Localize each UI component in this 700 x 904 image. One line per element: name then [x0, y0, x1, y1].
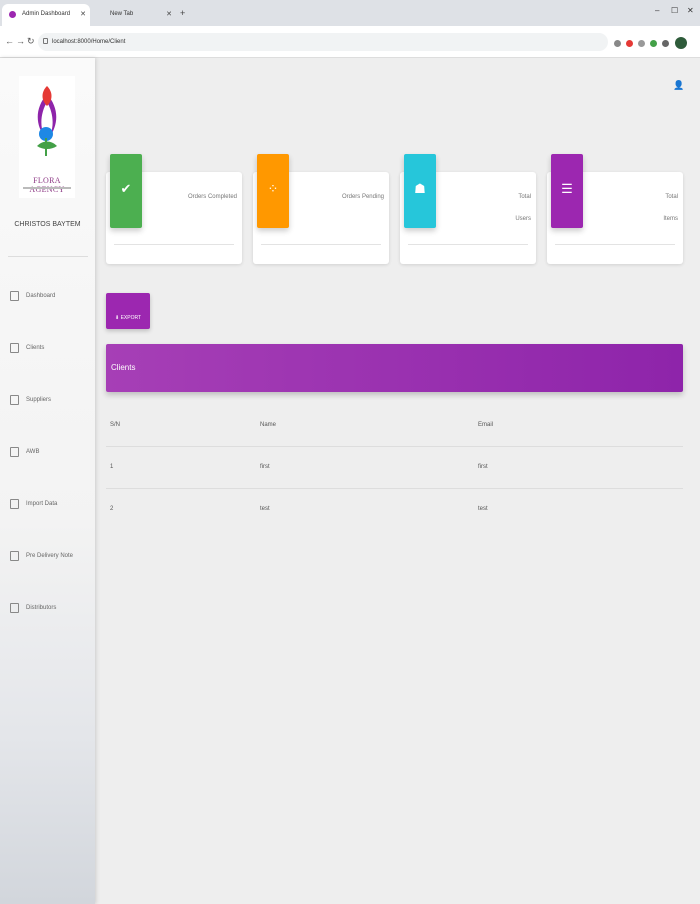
table-cell: test — [260, 506, 270, 512]
logo-tagline — [23, 187, 71, 189]
favicon-icon — [9, 11, 16, 18]
card-icon-box: ✔ — [110, 154, 142, 228]
import-icon — [10, 499, 19, 509]
table-header-row: S/N Name Email — [106, 405, 683, 447]
column-header[interactable]: Name — [260, 422, 276, 428]
card-label: Orders Completed — [187, 194, 237, 200]
sidebar-item-pre-delivery-note[interactable]: Pre Delivery Note — [10, 549, 90, 565]
card-divider — [555, 244, 675, 245]
download-icon: ⬇ — [115, 315, 120, 321]
table-cell: 1 — [110, 464, 114, 470]
tab-title: Admin Dashboard — [22, 11, 71, 17]
tab-new-tab[interactable]: New Tab ✕ — [90, 4, 176, 26]
column-header[interactable]: S/N — [110, 422, 120, 428]
table-cell: first — [478, 464, 488, 470]
check-circle-icon: ✔ — [120, 181, 132, 196]
export-button[interactable]: ⬇ EXPORT — [106, 293, 150, 329]
sidebar-item-label: Pre Delivery Note — [26, 553, 74, 559]
card-icon-box: ⁘ — [257, 154, 289, 228]
clients-card-header: Clients — [106, 344, 683, 392]
user-icon[interactable]: 👤 — [673, 80, 684, 91]
users-icon: ☗ — [414, 181, 426, 196]
card-orders-pending: ⁘ Orders Pending — [253, 154, 389, 264]
column-header[interactable]: Email — [478, 422, 493, 428]
sidebar-item-clients[interactable]: Clients — [10, 341, 90, 357]
tab-close-icon[interactable]: ✕ — [166, 10, 172, 18]
divider — [8, 256, 88, 257]
sidebar-item-dashboard[interactable]: Dashboard — [10, 289, 90, 305]
reload-icon[interactable]: ↻ — [27, 36, 35, 47]
new-tab-button[interactable]: + — [180, 8, 185, 18]
address-bar: ← → ↻ localhost:8000/Home/Client — [0, 26, 700, 58]
lock-icon — [43, 38, 48, 44]
card-label: Orders Pending — [341, 194, 384, 200]
close-window-button[interactable]: ✕ — [687, 6, 694, 15]
sidebar-item-label: Clients — [26, 345, 45, 351]
table-cell: first — [260, 464, 270, 470]
back-icon[interactable]: ← — [5, 36, 14, 46]
card-divider — [408, 244, 528, 245]
url-input[interactable]: localhost:8000/Home/Client — [38, 33, 608, 51]
sidebar-item-label: AWB — [26, 449, 40, 455]
forward-icon[interactable]: → — [16, 36, 25, 46]
extension-icon[interactable] — [626, 40, 633, 47]
brand-name: CHRISTOS BAYTEM — [14, 221, 81, 228]
card-total-users: ☗ Total Users — [400, 154, 536, 264]
list-icon: ☰ — [561, 181, 573, 196]
table-cell: test — [478, 506, 488, 512]
star-icon[interactable] — [614, 40, 621, 47]
sidebar-item-label: Distributors — [26, 605, 57, 611]
card-orders-completed: ✔ Orders Completed — [106, 154, 242, 264]
maximize-button[interactable]: ☐ — [671, 6, 678, 15]
card-label: Total Users — [515, 194, 531, 222]
tab-admin-dashboard[interactable]: Admin Dashboard ✕ — [2, 4, 90, 26]
sidebar-item-import-data[interactable]: Import Data — [10, 497, 90, 513]
logo-text: FLORA AGENCY — [29, 176, 65, 194]
sidebar-item-distributors[interactable]: Distributors — [10, 601, 90, 617]
delivery-note-icon — [10, 551, 19, 561]
sidebar-item-awb[interactable]: AWB — [10, 445, 90, 461]
dashboard-icon — [10, 291, 19, 301]
card-divider — [114, 244, 234, 245]
tab-close-icon[interactable]: ✕ — [80, 10, 86, 18]
table-cell: 2 — [110, 506, 114, 512]
logo-flower-icon — [37, 86, 57, 156]
suppliers-icon — [10, 395, 19, 405]
sidebar-item-label: Import Data — [26, 501, 58, 507]
tab-title: New Tab — [110, 11, 134, 17]
extension-icon[interactable] — [662, 40, 669, 47]
sidebar-item-suppliers[interactable]: Suppliers — [10, 393, 90, 409]
export-label: EXPORT — [120, 315, 142, 321]
table-row[interactable]: 2 test test — [106, 489, 683, 531]
spinner-icon: ⁘ — [267, 181, 279, 196]
clients-title: Clients — [111, 363, 136, 372]
card-icon-box: ☰ — [551, 154, 583, 228]
url-text: localhost:8000/Home/Client — [52, 39, 126, 45]
table-row[interactable]: 1 first first — [106, 447, 683, 489]
browser-tab-bar: Admin Dashboard ✕ New Tab ✕ + – ☐ ✕ — [0, 0, 700, 26]
card-icon-box: ☗ — [404, 154, 436, 228]
sidebar: FLORA AGENCY CHRISTOS BAYTEM Dashboard C… — [0, 58, 95, 904]
minimize-button[interactable]: – — [655, 6, 659, 15]
extension-icon[interactable] — [638, 40, 645, 47]
clients-icon — [10, 343, 19, 353]
card-divider — [261, 244, 381, 245]
card-label: Total Items — [663, 194, 678, 222]
logo: FLORA AGENCY — [19, 76, 75, 198]
extension-icon[interactable] — [650, 40, 657, 47]
distributors-icon — [10, 603, 19, 613]
sidebar-item-label: Dashboard — [26, 293, 56, 299]
sidebar-item-label: Suppliers — [26, 397, 52, 403]
clients-table: S/N Name Email 1 first first 2 test test — [106, 405, 683, 531]
avatar[interactable] — [675, 37, 687, 49]
card-total-items: ☰ Total Items — [547, 154, 683, 264]
awb-icon — [10, 447, 19, 457]
